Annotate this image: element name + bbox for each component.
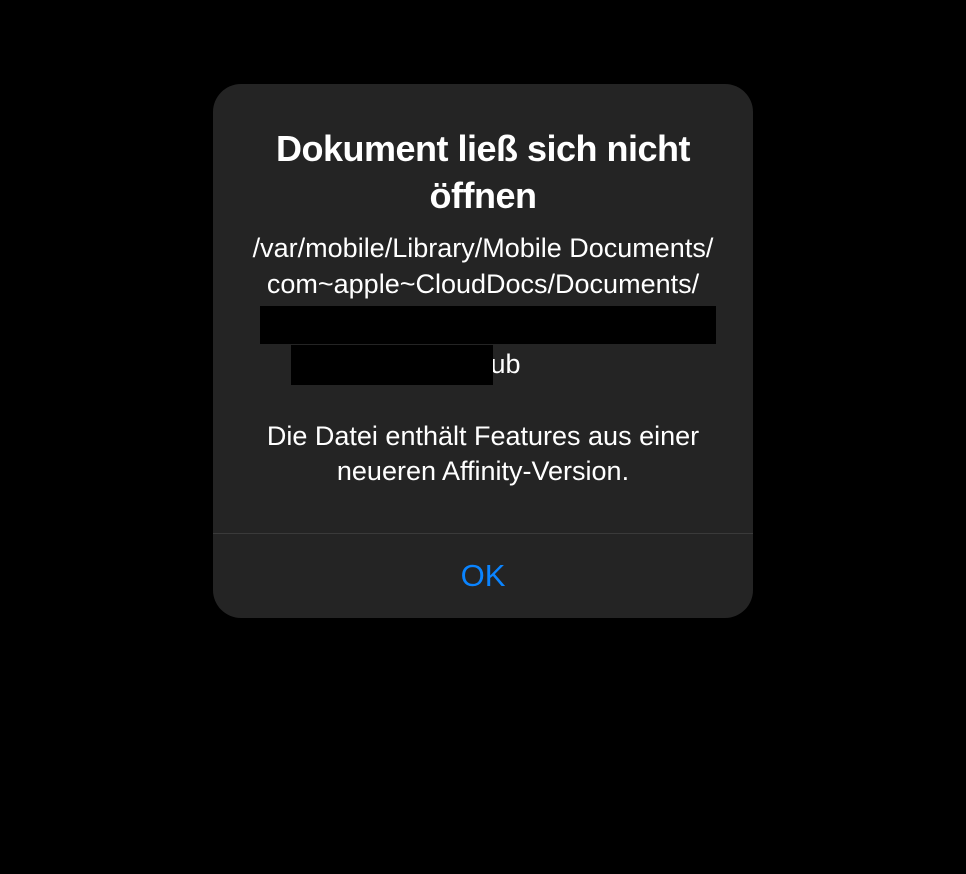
alert-title: Dokument ließ sich nicht öffnen bbox=[243, 126, 723, 220]
redacted-block bbox=[260, 306, 716, 344]
alert-message: Die Datei enthält Features aus einer neu… bbox=[243, 419, 723, 489]
ok-button[interactable]: OK bbox=[213, 534, 753, 618]
alert-dialog: Dokument ließ sich nicht öffnen /var/mob… bbox=[213, 84, 753, 618]
path-line-2: com~apple~CloudDocs/Documents/ bbox=[267, 266, 699, 302]
redacted-row-1 bbox=[250, 306, 716, 344]
alert-body: Dokument ließ sich nicht öffnen /var/mob… bbox=[213, 84, 753, 533]
alert-file-path: /var/mobile/Library/Mobile Documents/ co… bbox=[243, 230, 723, 383]
path-line-1: /var/mobile/Library/Mobile Documents/ bbox=[253, 230, 714, 266]
redacted-row-2: .afpub bbox=[243, 346, 723, 382]
redacted-block bbox=[291, 345, 493, 385]
